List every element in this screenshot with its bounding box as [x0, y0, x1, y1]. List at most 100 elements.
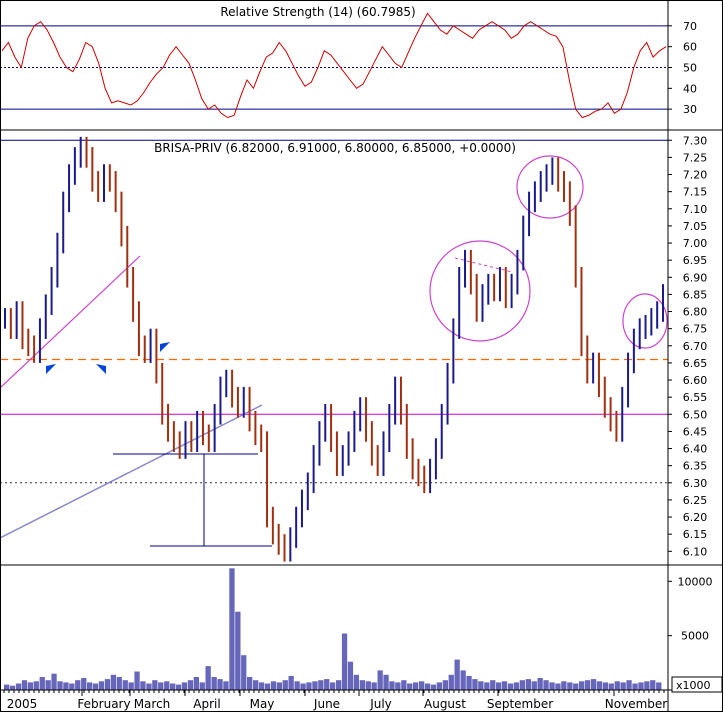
volume-bar: [419, 681, 425, 690]
price-title: BRISA-PRIV (6.82000, 6.91000, 6.80000, 6…: [154, 141, 516, 155]
volume-bar: [217, 679, 223, 690]
volume-tick-label: 5000: [681, 630, 709, 643]
price-tick-label: 6.55: [683, 391, 708, 404]
volume-bar: [401, 680, 407, 690]
volume-bar: [608, 683, 614, 690]
volume-bar: [300, 683, 306, 690]
volume-bar: [63, 682, 69, 690]
volume-bar: [324, 679, 330, 690]
volume-bar: [383, 674, 389, 690]
volume-bar: [537, 678, 543, 690]
volume-bar: [620, 682, 626, 690]
volume-bar: [69, 683, 75, 690]
volume-bar: [347, 661, 354, 690]
price-tick-label: 6.75: [683, 323, 708, 336]
volume-bar: [140, 681, 146, 690]
x-tick-label: May: [250, 697, 275, 711]
volume-bar: [199, 682, 205, 690]
volume-bar: [579, 681, 585, 690]
volume-bar: [193, 677, 199, 690]
volume-bar: [21, 680, 28, 690]
price-tick-label: 6.50: [683, 408, 708, 421]
volume-bar: [490, 680, 496, 690]
volume-bar: [4, 684, 10, 690]
volume-bar: [164, 681, 170, 690]
volume-bar: [170, 683, 176, 690]
volume-bar: [430, 684, 437, 690]
volume-bar: [531, 681, 537, 690]
rsi-tick-label: 50: [683, 62, 697, 75]
x-tick-label: April: [193, 697, 220, 711]
volume-bar: [413, 682, 419, 690]
volume-unit-label: x1000: [676, 679, 711, 692]
rsi-tick-label: 60: [683, 41, 697, 54]
volume-bar: [223, 681, 229, 690]
volume-bar: [519, 680, 525, 690]
price-tick-label: 6.80: [683, 306, 708, 319]
volume-bar: [122, 680, 128, 690]
price-tick-label: 6.65: [683, 357, 708, 370]
x-tick-label: September: [487, 697, 553, 711]
volume-tick-label: 10000: [678, 575, 713, 588]
volume-bar: [395, 682, 401, 690]
price-tick-label: 7.30: [683, 134, 708, 147]
volume-bar: [253, 680, 259, 690]
x-tick-label: February: [77, 697, 130, 711]
price-tick-label: 6.30: [683, 477, 708, 490]
volume-bar: [175, 684, 182, 690]
volume-bar: [110, 674, 116, 690]
volume-bar: [270, 681, 277, 690]
volume-bar: [341, 633, 348, 690]
volume-bar: [626, 680, 632, 690]
volume-bar: [501, 681, 508, 690]
price-tick-label: 7.20: [683, 169, 708, 182]
volume-bar: [644, 681, 650, 690]
price-tick-label: 6.70: [683, 340, 708, 353]
volume-bar: [288, 675, 294, 690]
volume-bar: [276, 682, 282, 690]
volume-bar: [294, 681, 300, 690]
price-tick-label: 7.00: [683, 237, 708, 250]
price-tick-label: 7.15: [683, 186, 708, 199]
volume-bar: [181, 682, 188, 690]
volume-bar: [235, 611, 241, 690]
volume-bar: [258, 682, 265, 690]
volume-bar: [306, 682, 312, 690]
chart-background: [0, 0, 723, 712]
volume-bar: [365, 681, 371, 690]
price-tick-label: 6.25: [683, 494, 708, 507]
volume-bar: [282, 680, 288, 690]
volume-bar: [205, 666, 211, 690]
volume-bar: [543, 680, 549, 690]
price-tick-label: 6.35: [683, 460, 708, 473]
volume-bar: [656, 682, 662, 690]
volume-bar: [158, 682, 164, 690]
volume-bar: [442, 680, 448, 690]
volume-bar: [602, 682, 608, 690]
price-chart: 30 40 50 60 70 6.10 6.15 6.20 6.25 6.30 6.35 6.40 6.…: [0, 0, 723, 712]
rsi-tick-label: 40: [683, 82, 697, 95]
volume-bar: [436, 682, 442, 690]
price-tick-label: 6.15: [683, 528, 708, 541]
volume-bar: [92, 683, 99, 690]
volume-bar: [57, 681, 63, 690]
volume-bar: [650, 680, 656, 690]
price-tick-label: 6.20: [683, 511, 708, 524]
price-tick-label: 6.10: [683, 545, 708, 558]
volume-bar: [45, 680, 51, 690]
volume-bar: [15, 683, 22, 690]
volume-bar: [104, 679, 111, 690]
volume-bar: [496, 682, 502, 690]
rsi-tick-label: 70: [683, 20, 697, 33]
volume-bar: [318, 680, 324, 690]
x-tick-label: August: [424, 697, 466, 711]
volume-bar: [561, 681, 567, 690]
volume-bar: [146, 683, 152, 690]
x-tick-label: 2005: [7, 697, 38, 711]
rsi-title: Relative Strength (14) (60.7985): [220, 5, 415, 19]
x-tick-label: July: [369, 697, 392, 711]
volume-bar: [98, 681, 105, 690]
volume-bar: [573, 683, 579, 690]
price-tick-label: 6.60: [683, 374, 708, 387]
volume-bar: [555, 683, 561, 690]
